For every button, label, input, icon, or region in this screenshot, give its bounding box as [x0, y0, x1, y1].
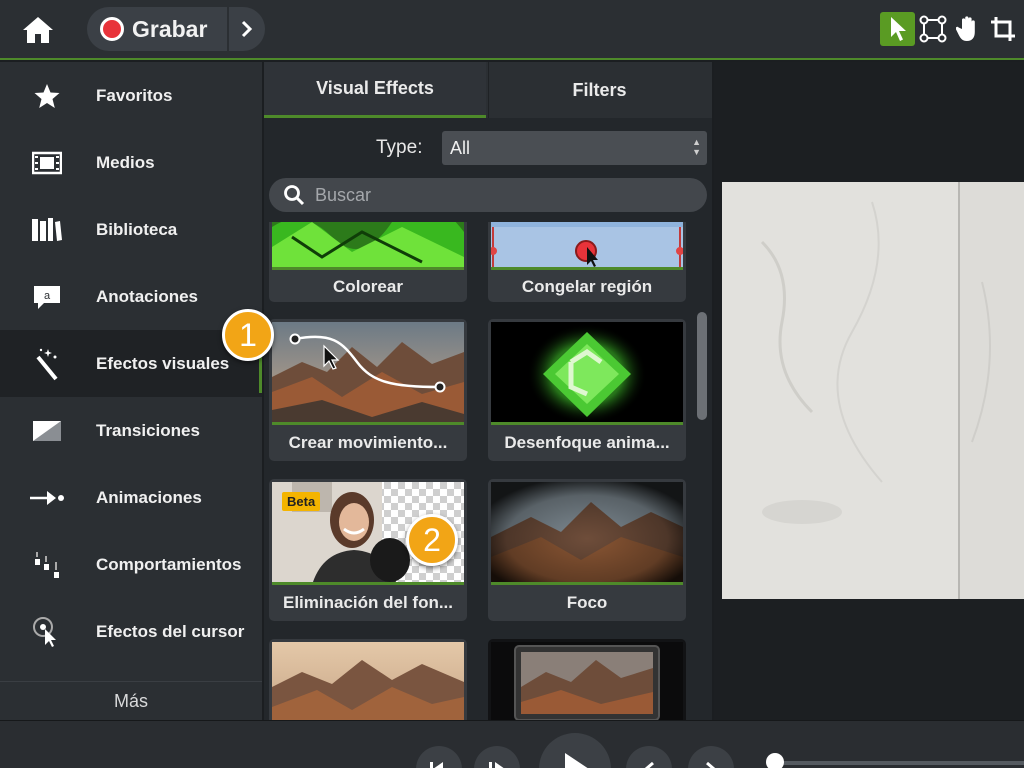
annotation-icon: a [34, 285, 60, 309]
sidebar-item-label: Favoritos [96, 85, 173, 105]
effect-label: Eliminación del fon... [282, 593, 454, 612]
sidebar-item-favoritos[interactable]: Favoritos [0, 62, 262, 129]
sidebar-item-label: Medios [96, 152, 155, 172]
chevron-right-icon [241, 20, 253, 38]
playhead-handle[interactable] [766, 753, 784, 768]
sidebar: Favoritos Medios Biblioteca a Anotacione… [0, 62, 262, 720]
home-button[interactable] [18, 12, 58, 48]
type-select[interactable]: All ▲ ▼ [442, 131, 707, 165]
hand-icon [955, 16, 975, 41]
search-box [269, 178, 707, 212]
playback-bar [0, 720, 1024, 768]
effect-card-colorear[interactable]: Colorear [269, 222, 467, 302]
callout-badge-1: 1 [222, 309, 274, 361]
effect-card-desenfoque-animado[interactable]: Desenfoque anima... [488, 319, 686, 461]
canvas-preview[interactable] [722, 182, 1024, 599]
play-icon [565, 753, 588, 768]
record-label: Grabar [132, 15, 208, 42]
crop-tool[interactable] [985, 12, 1020, 46]
sidebar-item-label: Animaciones [96, 487, 202, 507]
chevron-right-icon [706, 761, 716, 768]
beta-badge: Beta [282, 492, 321, 511]
effects-grid: Colorear Congelar región Crear movimient… [264, 222, 712, 720]
sidebar-item-efectos-del-cursor[interactable]: Efectos del cursor [0, 598, 262, 665]
sidebar-item-medios[interactable]: Medios [0, 129, 262, 196]
film-icon [32, 151, 62, 174]
next-button[interactable] [688, 746, 734, 768]
timeline-track[interactable] [772, 761, 1024, 765]
previous-button[interactable] [626, 746, 672, 768]
effects-scrollbar[interactable] [697, 312, 707, 420]
tab-visual-effects[interactable]: Visual Effects [264, 62, 486, 118]
effect-label: Crear movimiento... [288, 433, 448, 452]
svg-text:a: a [44, 290, 51, 302]
effect-thumbnail [272, 322, 464, 425]
effect-label: Congelar región [521, 277, 653, 296]
magic-wand-icon [36, 348, 58, 380]
transform-tool[interactable] [915, 12, 950, 46]
type-select-value: All [450, 137, 471, 158]
transition-icon [33, 420, 61, 441]
effect-label: Desenfoque anima... [504, 433, 670, 452]
sidebar-item-label: Comportamientos [96, 554, 242, 574]
hand-tool[interactable] [950, 12, 985, 46]
record-button[interactable]: Grabar [87, 7, 225, 51]
canvas-tools [880, 12, 1020, 46]
record-options-button[interactable] [229, 7, 265, 51]
search-input[interactable] [315, 184, 695, 206]
top-toolbar: Grabar [0, 0, 1024, 60]
chevron-left-icon [644, 761, 654, 768]
effects-panel: Visual Effects Filters Type: All ▲▼ Colo… [222, 62, 712, 720]
transform-icon [919, 15, 946, 43]
sidebar-item-label: Transiciones [96, 420, 200, 440]
sidebar-item-animaciones[interactable]: Animaciones [0, 464, 262, 531]
sidebar-item-anotaciones[interactable]: a Anotaciones [0, 263, 262, 330]
search-icon [284, 185, 305, 206]
sidebar-item-label: Efectos del cursor [96, 621, 245, 641]
effect-card-foco[interactable]: Foco [488, 479, 686, 621]
effect-label: Foco [566, 593, 608, 612]
pointer-icon [890, 17, 906, 41]
record-icon [100, 17, 124, 41]
effect-label: Colorear [333, 277, 403, 296]
skip-back-icon [430, 762, 443, 768]
effect-thumbnail [491, 322, 683, 425]
type-label: Type: [376, 137, 423, 158]
record-group: Grabar [87, 7, 265, 51]
effect-thumbnail [491, 482, 683, 585]
select-arrows-icon: ▲ ▼ [692, 137, 701, 157]
animation-icon [30, 490, 64, 505]
pointer-tool[interactable] [880, 12, 915, 46]
callout-badge-2: 2 [406, 514, 458, 566]
sidebar-item-biblioteca[interactable]: Biblioteca [0, 196, 262, 263]
play-button[interactable] [539, 733, 611, 768]
effect-thumbnail [272, 222, 464, 270]
step-back-button[interactable] [474, 746, 520, 768]
tab-filters[interactable]: Filters [488, 62, 710, 118]
sidebar-item-comportamientos[interactable]: Comportamientos [0, 531, 262, 598]
effect-thumbnail [491, 222, 683, 270]
sidebar-item-label: Efectos visuales [96, 353, 230, 373]
crop-icon [990, 17, 1015, 41]
sidebar-item-label: Anotaciones [96, 286, 199, 306]
star-icon [34, 83, 60, 108]
tab-bar: Visual Effects Filters [264, 62, 712, 118]
more-button[interactable]: Más [0, 681, 262, 720]
skip-back-button[interactable] [416, 746, 462, 768]
effect-card-congelar-region[interactable]: Congelar región [488, 222, 686, 302]
effect-thumbnail [491, 642, 683, 720]
effect-card-7[interactable] [269, 639, 467, 720]
sidebar-item-transiciones[interactable]: Transiciones [0, 397, 262, 464]
effect-thumbnail [272, 642, 464, 720]
step-back-icon [489, 762, 504, 768]
home-icon [23, 17, 53, 43]
cursor-effects-icon [33, 616, 56, 647]
behaviors-icon [35, 551, 59, 578]
sidebar-item-label: Biblioteca [96, 219, 178, 239]
effect-card-crear-movimiento[interactable]: Crear movimiento... [269, 319, 467, 461]
effect-card-8[interactable] [488, 639, 686, 720]
library-icon [32, 217, 62, 241]
